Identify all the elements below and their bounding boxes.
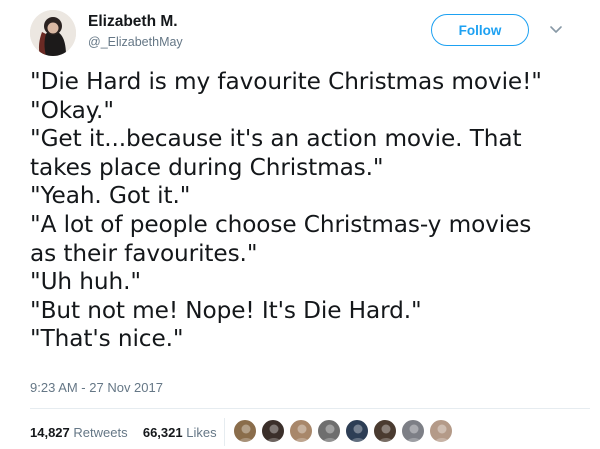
- follow-button[interactable]: Follow: [431, 14, 529, 46]
- liker-avatar-icon[interactable]: [401, 419, 425, 443]
- stats-divider: [224, 418, 225, 446]
- liker-avatar-icon[interactable]: [233, 419, 257, 443]
- liker-avatar-icon[interactable]: [317, 419, 341, 443]
- retweets-stat[interactable]: 14,827 Retweets: [30, 425, 131, 440]
- tweet-line: "Uh huh.": [30, 268, 141, 296]
- user-avatar[interactable]: [30, 10, 76, 56]
- likes-label: Likes: [186, 425, 217, 440]
- tweet-text: "Die Hard is my favourite Christmas movi…: [30, 68, 590, 354]
- retweets-label: Retweets: [73, 425, 128, 440]
- tweet-line: "Die Hard is my favourite Christmas movi…: [30, 68, 542, 95]
- tweet-line: "But not me! Nope! It's Die Hard.": [30, 296, 422, 324]
- likers-avatars: [233, 419, 493, 443]
- tweet-line: "Get it...because it's an action movie. …: [30, 125, 522, 153]
- tweet-timestamp[interactable]: 9:23 AM - 27 Nov 2017: [30, 380, 163, 395]
- liker-avatar-icon[interactable]: [261, 419, 285, 443]
- tweet-header: Elizabeth M. @_ElizabethMay Follow: [0, 0, 600, 62]
- liker-avatar-icon[interactable]: [373, 419, 397, 443]
- tweet-stats: 14,827 Retweets 66,321 Likes: [30, 425, 217, 440]
- tweet-line: takes place during Christmas.": [30, 153, 384, 181]
- chevron-down-icon[interactable]: [549, 25, 563, 35]
- user-name[interactable]: Elizabeth M.: [88, 13, 178, 31]
- divider: [30, 408, 590, 409]
- tweet-line: "A lot of people choose Christmas-y movi…: [30, 210, 532, 238]
- tweet-line: "That's nice.": [30, 325, 184, 353]
- liker-avatar-icon[interactable]: [345, 419, 369, 443]
- likes-count: 66,321: [142, 425, 183, 440]
- likes-stat[interactable]: 66,321 Likes: [143, 425, 217, 440]
- tweet-line: "Yeah. Got it.": [30, 182, 191, 210]
- tweet-line: "Okay.": [30, 96, 114, 124]
- tweet-line: as their favourites.": [30, 239, 258, 267]
- liker-avatar-icon[interactable]: [429, 419, 453, 443]
- retweets-count: 14,827: [30, 425, 70, 440]
- liker-avatar-icon[interactable]: [289, 419, 313, 443]
- user-handle[interactable]: @_ElizabethMay: [88, 35, 183, 49]
